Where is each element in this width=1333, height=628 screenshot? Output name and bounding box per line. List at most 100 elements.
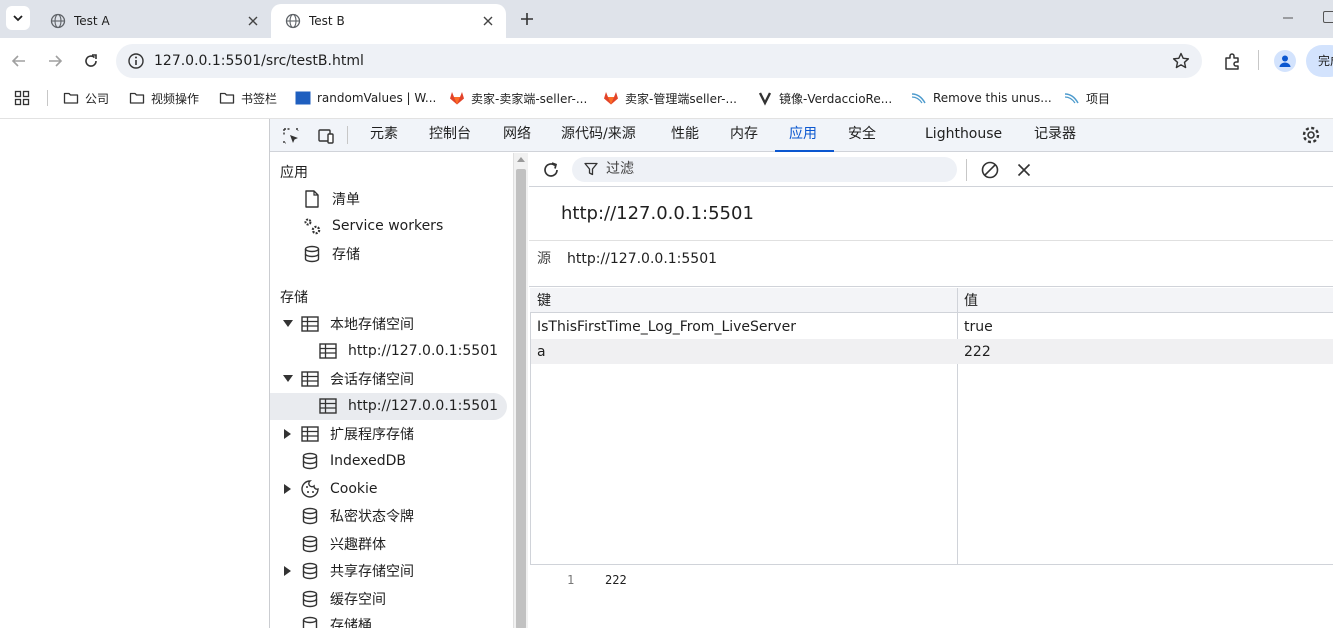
expand-arrow-down-icon[interactable] xyxy=(282,373,294,385)
bookmark-folder-company[interactable]: 公司 xyxy=(63,86,109,110)
reload-button[interactable] xyxy=(80,50,102,72)
scroll-up-arrow-icon[interactable] xyxy=(517,157,525,162)
table-row-value[interactable]: 222 xyxy=(964,343,991,361)
origin-title: http://127.0.0.1:5501 xyxy=(561,203,754,224)
profile-button[interactable] xyxy=(1274,50,1296,72)
column-header-key[interactable]: 键 xyxy=(537,292,551,310)
sidebar-item-shared-storage[interactable]: 共享存储空间 xyxy=(282,558,414,584)
minimize-button[interactable] xyxy=(1280,10,1296,26)
sidebar-item-indexeddb[interactable]: IndexedDB xyxy=(300,448,406,474)
expand-arrow-right-icon[interactable] xyxy=(282,565,294,577)
close-tab-button[interactable] xyxy=(245,13,261,29)
new-tab-button[interactable] xyxy=(516,8,538,30)
close-icon xyxy=(248,16,258,26)
sidebar-item-cache-storage[interactable]: 缓存空间 xyxy=(300,586,386,612)
extensions-icon[interactable] xyxy=(1221,50,1243,72)
sidebar-item-extension-storage[interactable]: 扩展程序存储 xyxy=(282,421,414,447)
scrollbar-thumb[interactable] xyxy=(516,169,526,628)
table-row[interactable] xyxy=(531,339,1333,364)
sidebar-item-interest-groups[interactable]: 兴趣群体 xyxy=(300,531,386,557)
chevron-down-icon xyxy=(13,15,23,22)
tab-recorder[interactable]: 记录器 xyxy=(1034,119,1076,152)
bookmark-folder-video[interactable]: 视频操作 xyxy=(129,86,199,110)
forward-button[interactable] xyxy=(44,50,66,72)
device-toolbar-button[interactable] xyxy=(315,125,337,147)
tab-security[interactable]: 安全 xyxy=(848,119,876,152)
sidebar-scrollbar[interactable] xyxy=(513,153,528,628)
tab-elements[interactable]: 元素 xyxy=(370,119,398,152)
tab-title: Test B xyxy=(309,14,345,28)
tab-search-button[interactable] xyxy=(6,6,30,30)
bookmark-label: 书签栏 xyxy=(241,91,278,106)
site-info-icon[interactable] xyxy=(126,51,146,71)
clear-all-icon[interactable] xyxy=(979,159,1001,181)
document-icon xyxy=(302,189,322,209)
bookmark-label: randomValues | W... xyxy=(317,91,437,105)
bookmark-sonar-remove[interactable]: Remove this unus... xyxy=(911,86,1052,110)
tab-test-a[interactable]: Test A xyxy=(36,4,271,38)
sidebar-item-label: 缓存空间 xyxy=(330,592,386,608)
section-title-application: 应用 xyxy=(280,165,308,181)
database-icon xyxy=(300,506,320,526)
sonar-icon xyxy=(1064,93,1079,104)
sidebar-item-cookies[interactable]: Cookie xyxy=(282,476,378,502)
device-icon xyxy=(318,129,334,144)
tab-lighthouse[interactable]: Lighthouse xyxy=(925,119,1002,152)
bookmark-sonar-project[interactable]: 项目 xyxy=(1064,86,1110,110)
bookmark-label: 公司 xyxy=(85,91,110,106)
database-icon xyxy=(300,561,320,581)
column-header-value[interactable]: 值 xyxy=(964,292,978,310)
tab-sources[interactable]: 源代码/来源 xyxy=(561,119,636,152)
tab-performance[interactable]: 性能 xyxy=(671,119,699,152)
devtools-settings-button[interactable] xyxy=(1300,124,1322,146)
tab-application[interactable]: 应用 xyxy=(789,119,817,152)
expand-arrow-right-icon[interactable] xyxy=(282,483,294,495)
bookmark-gitlab-admin[interactable]: 卖家-管理端seller-... xyxy=(603,86,737,110)
expand-arrow-right-icon[interactable] xyxy=(282,428,294,440)
profile-chip[interactable]: 完成 xyxy=(1306,45,1333,77)
sidebar-item-private-state-tokens[interactable]: 私密状态令牌 xyxy=(300,503,414,529)
bookmark-label: 镜像-VerdaccioRe... xyxy=(779,91,893,106)
url-text[interactable]: 127.0.0.1:5501/src/testB.html xyxy=(154,52,364,70)
preview-value[interactable]: 222 xyxy=(605,573,627,587)
delete-selected-icon[interactable] xyxy=(1013,159,1035,181)
sidebar-item-service-workers[interactable]: Service workers xyxy=(302,213,443,239)
bookmark-folder-bar[interactable]: 书签栏 xyxy=(219,86,277,110)
sidebar-item-local-storage-origin[interactable]: http://127.0.0.1:5501 xyxy=(318,338,498,364)
bookmark-gitlab-seller[interactable]: 卖家-卖家端-seller-... xyxy=(449,86,587,110)
sidebar-item-local-storage[interactable]: 本地存储空间 xyxy=(282,311,414,337)
gears-icon xyxy=(302,216,322,236)
table-row-value[interactable]: true xyxy=(964,318,993,336)
tab-title: Test A xyxy=(74,14,110,28)
table-row-key[interactable]: a xyxy=(537,343,546,361)
sidebar-item-manifest[interactable]: 清单 xyxy=(302,186,360,212)
close-tab-button[interactable] xyxy=(480,13,496,29)
sidebar-item-label: http://127.0.0.1:5501 xyxy=(348,398,499,414)
inspect-element-button[interactable] xyxy=(280,125,302,147)
cookie-icon xyxy=(300,479,320,499)
sidebar-item-label: 清单 xyxy=(332,192,360,208)
sidebar-item-storage[interactable]: 存储 xyxy=(302,241,360,267)
sidebar-item-session-storage-origin[interactable]: http://127.0.0.1:5501 xyxy=(318,393,498,419)
bookmark-randomvalues[interactable]: randomValues | W... xyxy=(295,86,436,110)
tab-memory[interactable]: 内存 xyxy=(730,119,758,152)
maximize-button[interactable] xyxy=(1323,11,1333,23)
back-button[interactable] xyxy=(8,50,30,72)
refresh-icon[interactable] xyxy=(540,159,562,181)
devtools-separator xyxy=(347,126,348,144)
tab-network[interactable]: 网络 xyxy=(503,119,531,152)
apps-button[interactable] xyxy=(14,86,30,110)
sidebar-item-session-storage[interactable]: 会话存储空间 xyxy=(282,366,414,392)
tab-test-b[interactable]: Test B xyxy=(271,4,506,38)
sidebar-item-label: 兴趣群体 xyxy=(330,537,386,553)
expand-arrow-down-icon[interactable] xyxy=(282,318,294,330)
column-separator[interactable] xyxy=(957,288,958,565)
database-icon xyxy=(300,534,320,554)
tab-console[interactable]: 控制台 xyxy=(429,119,471,152)
bookmark-verdaccio[interactable]: 镜像-VerdaccioRe... xyxy=(757,86,892,110)
table-header xyxy=(530,288,1333,313)
bookmark-star-icon[interactable] xyxy=(1171,51,1191,71)
table-row-key[interactable]: IsThisFirstTime_Log_From_LiveServer xyxy=(537,318,796,336)
filter-placeholder: 过滤 xyxy=(606,161,634,177)
sidebar-item-storage-buckets[interactable]: 存储桶 xyxy=(300,612,372,628)
